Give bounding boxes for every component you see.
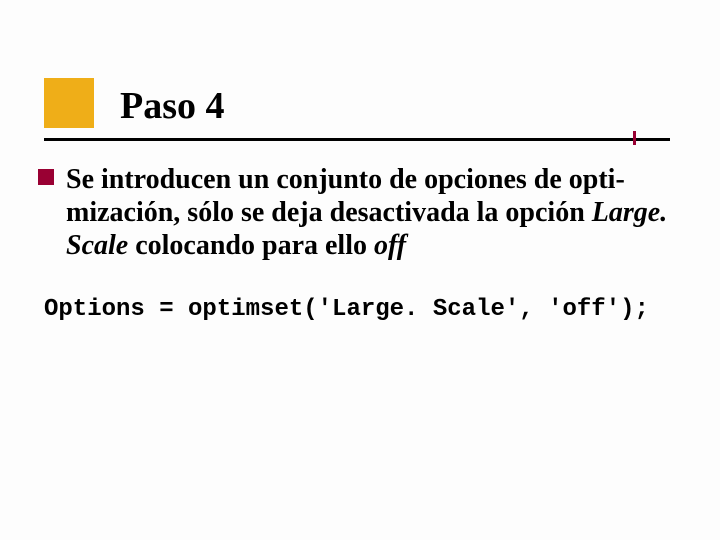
underline-tick-icon — [633, 131, 636, 145]
title-underline — [44, 138, 670, 141]
slide-title: Paso 4 — [44, 78, 670, 136]
para-off: off — [374, 230, 406, 261]
bullet-block: Se introducen un conjunto de opciones de… — [44, 163, 670, 262]
para-part1: Se introducen un conjunto de opciones de… — [66, 164, 625, 228]
slide: Paso 4 Se introducen un conjunto de opci… — [0, 0, 720, 540]
body-paragraph: Se introducen un conjunto de opciones de… — [66, 163, 670, 262]
title-block: Paso 4 — [44, 78, 670, 141]
slide-body: Se introducen un conjunto de opciones de… — [44, 163, 670, 323]
code-line: Options = optimset('Large. Scale', 'off'… — [44, 296, 670, 323]
para-part2: colocando para ello — [128, 230, 374, 261]
bullet-icon — [38, 169, 54, 185]
